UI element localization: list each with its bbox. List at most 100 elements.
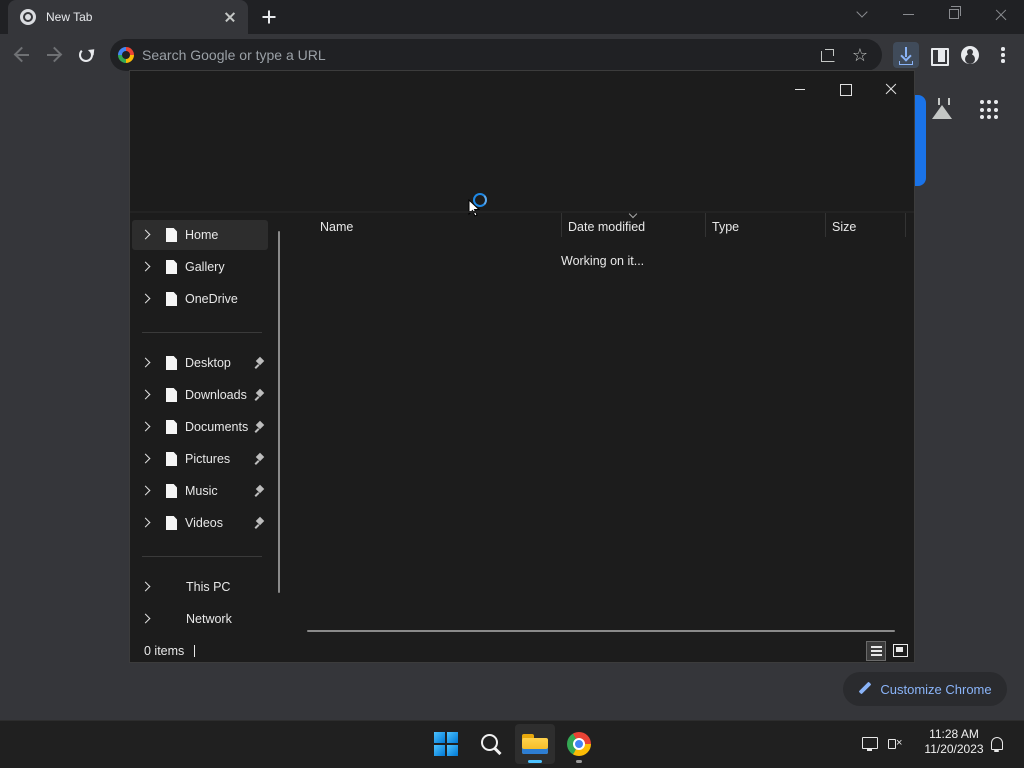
nav-item-label: Music <box>185 484 218 498</box>
file-icon <box>166 356 177 370</box>
item-count: 0 items <box>144 644 185 658</box>
expand-chevron-icon[interactable] <box>132 252 158 282</box>
file-icon <box>166 516 177 530</box>
nav-item-gallery[interactable]: Gallery <box>132 252 268 282</box>
nav-item-label: Videos <box>185 516 223 530</box>
nav-item-label: Desktop <box>185 356 231 370</box>
taskbar-file-explorer[interactable] <box>515 724 555 764</box>
nav-pane-scrollbar[interactable] <box>278 231 280 593</box>
tab-title: New Tab <box>46 10 93 24</box>
chrome-icon <box>20 9 36 25</box>
network-icon[interactable] <box>860 734 880 754</box>
google-apps-icon[interactable] <box>980 100 1000 120</box>
column-separator[interactable] <box>905 213 906 237</box>
nav-item-label: Documents <box>185 420 249 434</box>
tab-search-chevron-icon[interactable] <box>855 6 871 22</box>
active-app-indicator <box>528 760 542 763</box>
expand-chevron-icon[interactable] <box>132 412 158 442</box>
customize-chrome-label: Customize Chrome <box>880 681 992 697</box>
expand-chevron-icon[interactable] <box>132 284 158 314</box>
large-icons-view-button[interactable] <box>890 641 910 661</box>
nav-item-home[interactable]: Home <box>132 220 268 250</box>
nav-item-music[interactable]: Music <box>132 476 268 506</box>
pin-icon <box>256 518 264 528</box>
expand-chevron-icon[interactable] <box>132 476 158 506</box>
pin-icon <box>256 422 264 432</box>
nav-divider <box>142 556 262 557</box>
volume-muted-icon[interactable] <box>886 734 906 754</box>
expand-chevron-icon[interactable] <box>132 348 158 378</box>
close-window-button[interactable] <box>990 4 1012 26</box>
taskbar-search-button[interactable] <box>471 724 511 764</box>
expand-chevron-icon[interactable] <box>132 572 158 602</box>
download-tray-icon <box>899 61 913 65</box>
nav-item-onedrive[interactable]: OneDrive <box>132 284 268 314</box>
column-separator[interactable] <box>825 213 826 237</box>
expand-chevron-icon[interactable] <box>132 444 158 474</box>
google-icon <box>118 47 134 63</box>
column-header-date-modified[interactable]: Date modified <box>568 217 645 237</box>
clock-time: 11:28 AM <box>929 727 979 741</box>
nav-item-label: Downloads <box>185 388 247 402</box>
nav-item-documents[interactable]: Documents <box>132 412 268 442</box>
start-button[interactable] <box>426 724 466 764</box>
nav-item-this-pc[interactable]: This PC <box>132 572 268 602</box>
nav-item-desktop[interactable]: Desktop <box>132 348 268 378</box>
forward-button[interactable] <box>43 44 65 66</box>
pin-icon <box>256 486 264 496</box>
notification-bell-icon[interactable] <box>987 734 1007 754</box>
file-icon <box>166 228 177 242</box>
expand-chevron-icon[interactable] <box>132 508 158 538</box>
nav-item-label: OneDrive <box>185 292 238 306</box>
bookmark-star-icon[interactable]: ☆ <box>850 45 870 65</box>
details-view-button[interactable] <box>866 641 886 661</box>
dialog-close-button[interactable] <box>876 75 906 103</box>
start-icon <box>434 732 458 756</box>
nav-item-label: Network <box>186 612 232 626</box>
nav-item-downloads[interactable]: Downloads <box>132 380 268 410</box>
close-tab-icon[interactable] <box>222 9 238 25</box>
column-header-type[interactable]: Type <box>712 217 739 237</box>
pencil-icon <box>858 682 872 696</box>
address-bar[interactable]: Search Google or type a URL ☆ <box>110 39 882 71</box>
file-icon <box>166 388 177 402</box>
loading-message: Working on it... <box>561 254 645 268</box>
dialog-minimize-button[interactable] <box>785 75 815 103</box>
chrome-labs-icon[interactable] <box>930 96 954 122</box>
column-separator[interactable] <box>705 213 706 237</box>
nav-item-videos[interactable]: Videos <box>132 508 268 538</box>
tab-strip: New Tab <box>0 0 1024 34</box>
column-header-name[interactable]: Name <box>320 217 353 237</box>
new-tab-button[interactable] <box>259 7 279 27</box>
column-header-size[interactable]: Size <box>832 217 856 237</box>
file-icon <box>166 420 177 434</box>
expand-chevron-icon[interactable] <box>132 604 158 634</box>
address-bar-placeholder: Search Google or type a URL <box>142 47 326 63</box>
minimize-window-button[interactable] <box>903 14 914 15</box>
share-icon[interactable] <box>818 45 838 65</box>
expand-chevron-icon[interactable] <box>132 220 158 250</box>
side-panel-button[interactable] <box>925 42 951 68</box>
nav-item-label: Pictures <box>185 452 231 466</box>
nav-item-label: Home <box>185 228 219 242</box>
reload-button[interactable] <box>79 48 93 62</box>
taskbar-chrome[interactable] <box>559 724 599 764</box>
pin-icon <box>256 358 264 368</box>
profile-avatar-button[interactable] <box>957 42 983 68</box>
restore-window-button[interactable] <box>949 6 961 19</box>
file-list-scrollbar[interactable] <box>307 630 895 632</box>
dialog-maximize-button[interactable] <box>830 75 860 103</box>
file-explorer-icon <box>522 734 548 754</box>
nav-item-pictures[interactable]: Pictures <box>132 444 268 474</box>
tab-new-tab[interactable]: New Tab <box>8 0 248 34</box>
back-button[interactable] <box>11 44 33 66</box>
column-separator[interactable] <box>561 213 562 237</box>
customize-chrome-button[interactable]: Customize Chrome <box>843 672 1007 706</box>
chrome-icon <box>567 732 591 756</box>
pin-icon <box>256 390 264 400</box>
expand-chevron-icon[interactable] <box>132 380 158 410</box>
chrome-menu-button[interactable] <box>990 42 1016 68</box>
system-clock[interactable]: 11:28 AM 11/20/2023 <box>912 727 996 757</box>
search-icon <box>480 733 502 755</box>
nav-item-network[interactable]: Network <box>132 604 268 634</box>
